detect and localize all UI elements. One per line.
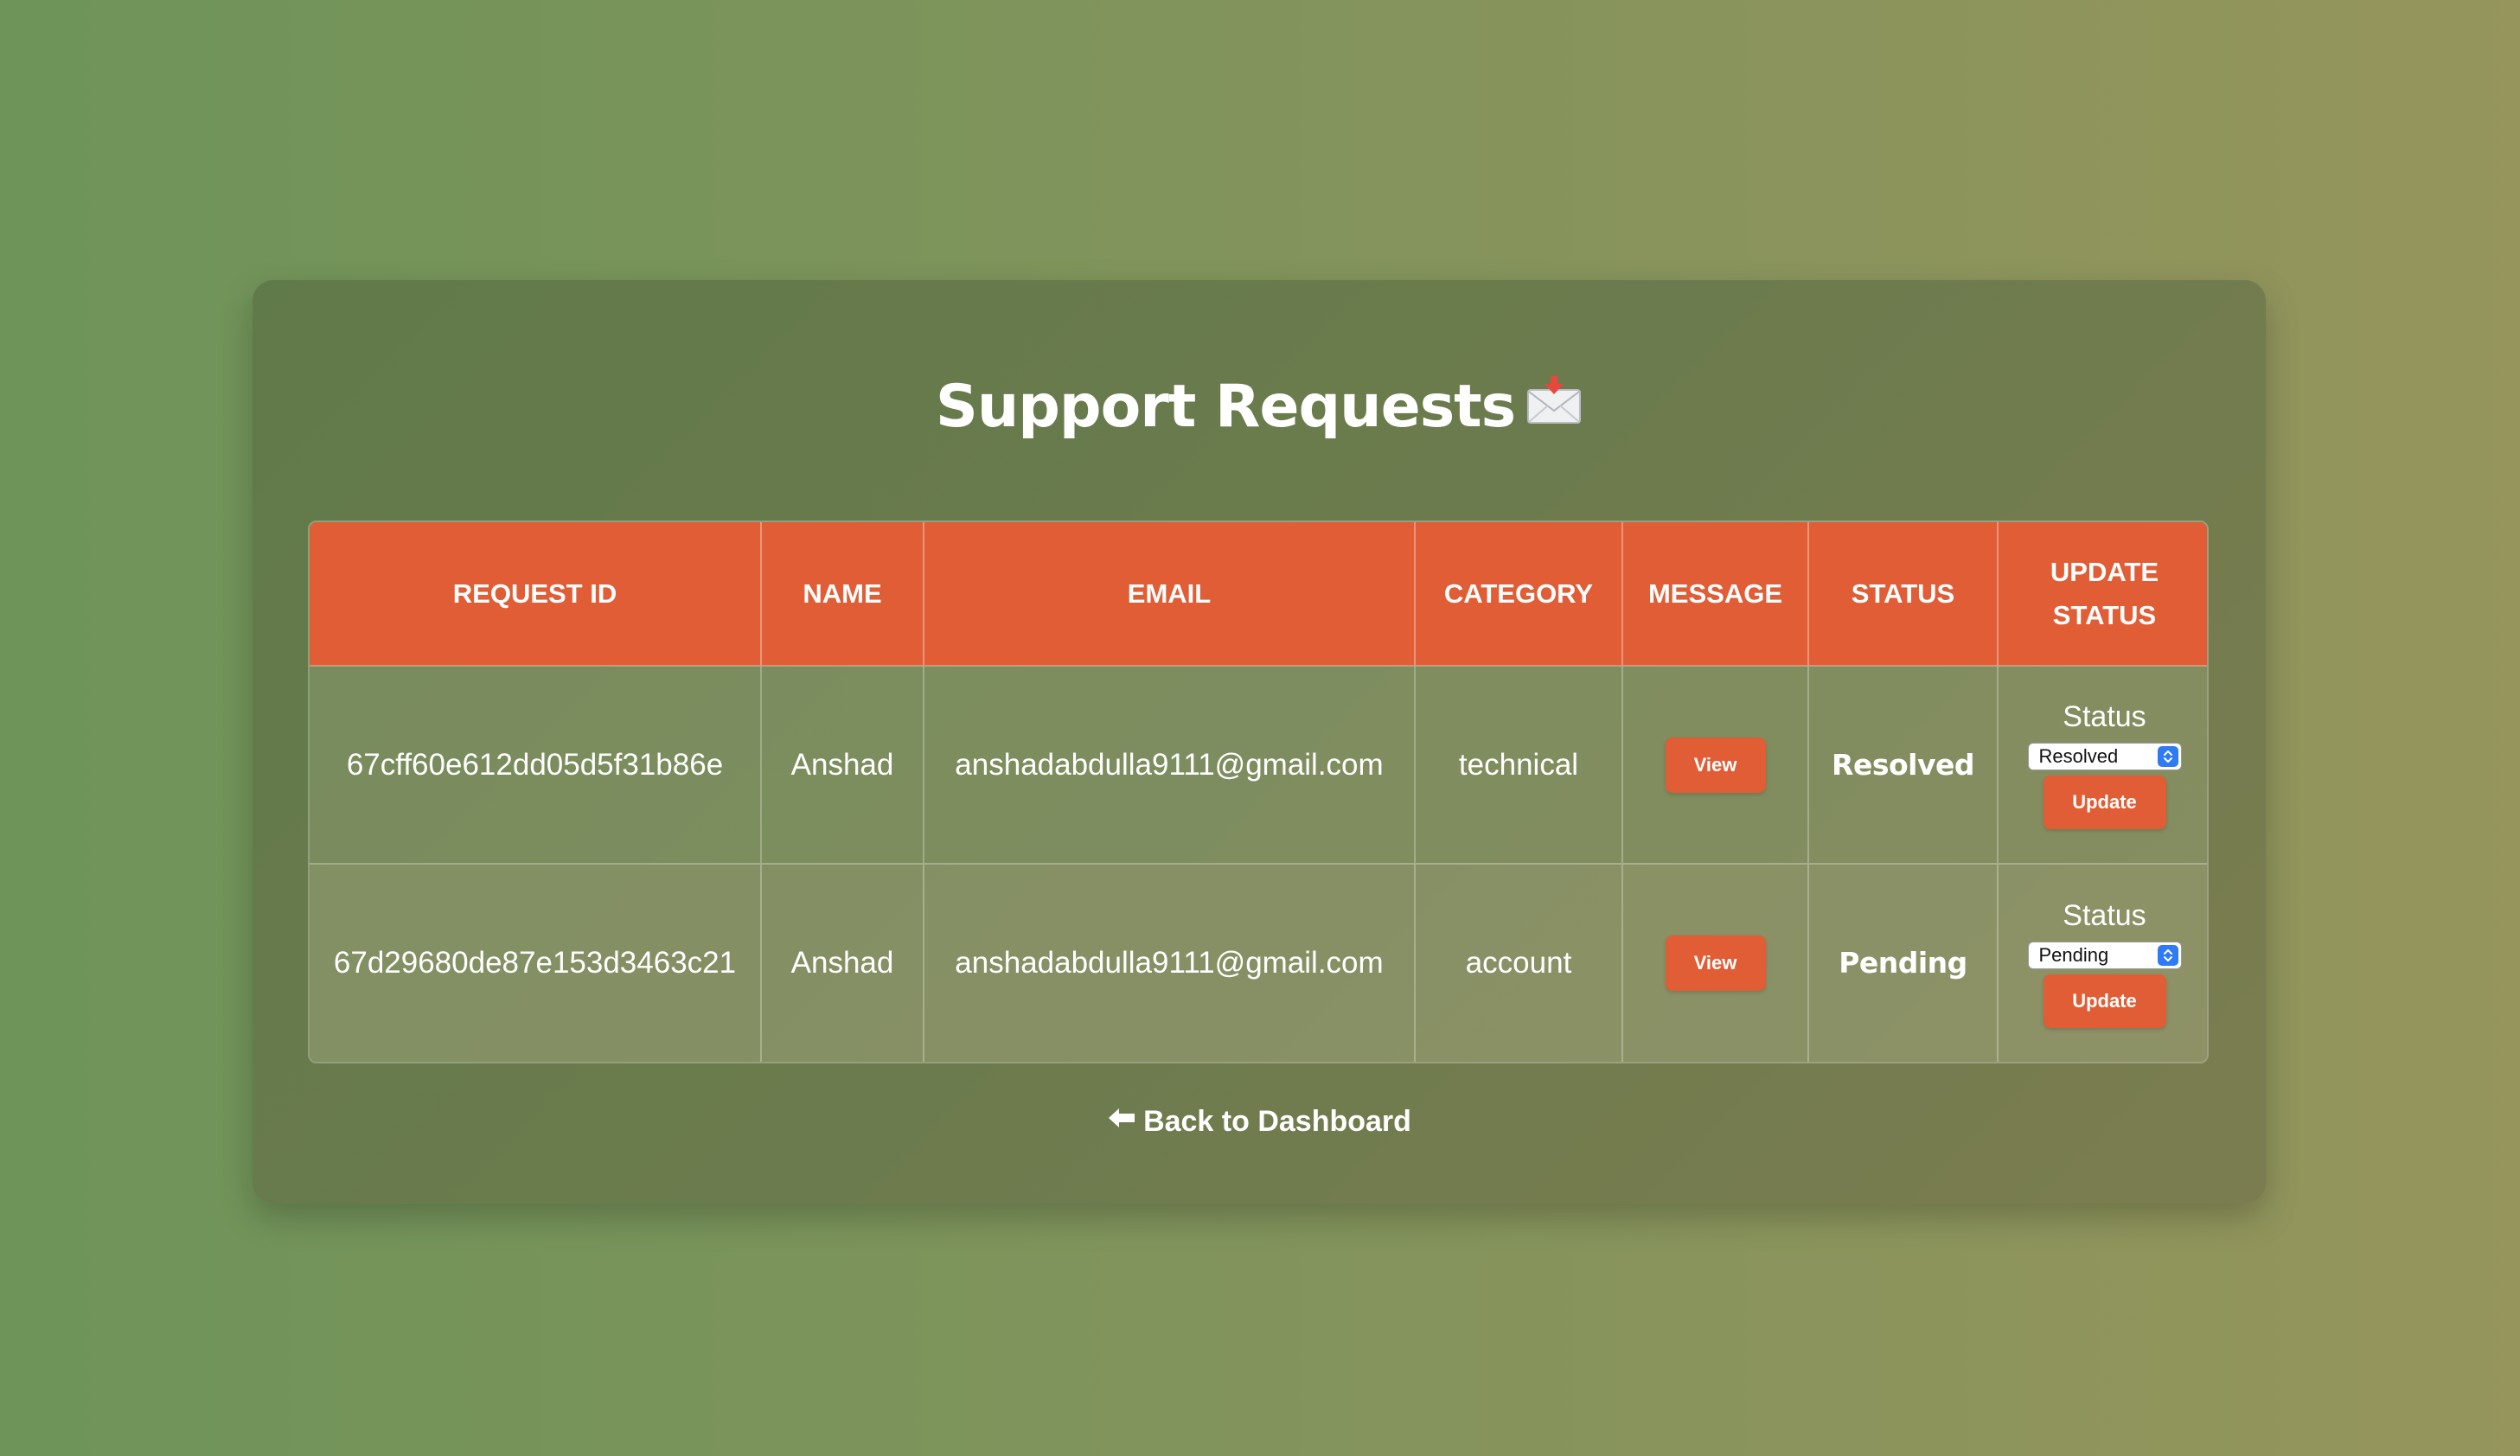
status-cell: Resolved bbox=[1808, 665, 1999, 864]
status-select[interactable]: Pending bbox=[2027, 941, 2182, 969]
header-message: MESSAGE bbox=[1622, 522, 1809, 666]
update-status-cell: Status Resolved Update bbox=[1998, 665, 2207, 864]
request-id-cell: 67cff60e612dd05d5f31b86e bbox=[310, 665, 762, 864]
status-badge: Pending bbox=[1839, 946, 1967, 980]
email-cell: anshadabdulla9111@gmail.com bbox=[924, 665, 1416, 864]
message-cell: View bbox=[1622, 863, 1809, 1062]
category-cell: account bbox=[1415, 863, 1623, 1062]
select-chevron-icon bbox=[2157, 944, 2178, 966]
table-header-row: REQUEST ID NAME EMAIL CATEGORY MESSAGE S… bbox=[310, 522, 2207, 666]
message-cell: View bbox=[1622, 665, 1809, 864]
header-category: CATEGORY bbox=[1415, 522, 1623, 666]
update-status-label: Status bbox=[2063, 700, 2146, 733]
update-status-cell: Status Pending Update bbox=[1998, 863, 2207, 1062]
update-status-button[interactable]: Update bbox=[2043, 974, 2166, 1028]
view-message-button[interactable]: View bbox=[1665, 936, 1766, 991]
header-email: EMAIL bbox=[924, 522, 1416, 666]
name-cell: Anshad bbox=[761, 665, 924, 864]
incoming-envelope-icon bbox=[1525, 372, 1583, 443]
back-link-label: Back to Dashboard bbox=[1143, 1105, 1411, 1138]
status-select-value: Pending bbox=[2038, 943, 2109, 966]
status-badge: Resolved bbox=[1832, 747, 1974, 782]
support-requests-card: Support Requests REQUEST ID NAME EMAIL C… bbox=[253, 280, 2266, 1204]
status-select[interactable]: Resolved bbox=[2027, 743, 2182, 770]
header-name: NAME bbox=[761, 522, 924, 666]
select-chevron-icon bbox=[2157, 746, 2178, 767]
back-to-dashboard-link[interactable]: Back to Dashboard bbox=[253, 1105, 2266, 1140]
update-status-button[interactable]: Update bbox=[2043, 776, 2166, 829]
view-message-button[interactable]: View bbox=[1665, 737, 1766, 793]
left-arrow-icon bbox=[1107, 1104, 1136, 1138]
header-update-status: UPDATE STATUS bbox=[1998, 522, 2207, 666]
email-cell: anshadabdulla9111@gmail.com bbox=[924, 863, 1416, 1062]
category-cell: technical bbox=[1415, 665, 1623, 864]
page-title-text: Support Requests bbox=[935, 373, 1516, 441]
update-status-label: Status bbox=[2063, 898, 2146, 932]
header-request-id: REQUEST ID bbox=[310, 522, 762, 666]
header-status: STATUS bbox=[1808, 522, 1999, 666]
requests-table: REQUEST ID NAME EMAIL CATEGORY MESSAGE S… bbox=[308, 520, 2209, 1063]
status-select-value: Resolved bbox=[2038, 745, 2119, 767]
status-cell: Pending bbox=[1808, 863, 1999, 1062]
table-row: 67d29680de87e153d3463c21 Anshad anshadab… bbox=[310, 863, 2207, 1062]
table-row: 67cff60e612dd05d5f31b86e Anshad anshadab… bbox=[310, 665, 2207, 864]
name-cell: Anshad bbox=[761, 863, 924, 1062]
page-title: Support Requests bbox=[253, 372, 2266, 445]
request-id-cell: 67d29680de87e153d3463c21 bbox=[310, 863, 762, 1062]
